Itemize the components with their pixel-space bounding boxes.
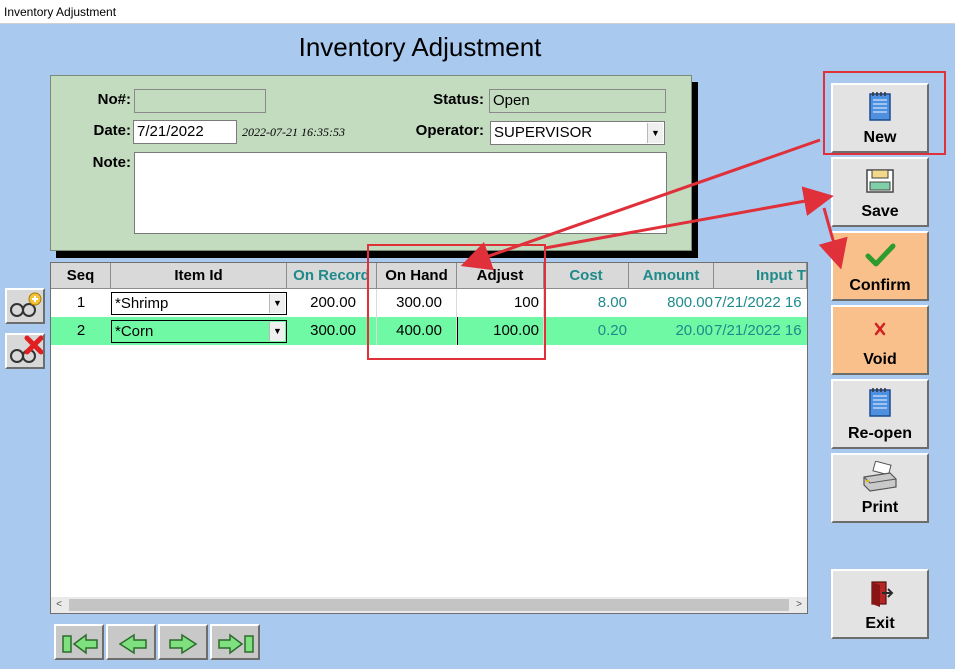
items-grid[interactable]: Seq Item Id On Record On Hand Adjust Cos… [50, 262, 808, 614]
col-header-input-time[interactable]: Input T [714, 263, 807, 289]
timestamp: 2022-07-21 16:35:53 [242, 125, 345, 139]
window-title: Inventory Adjustment [0, 0, 955, 24]
void-button[interactable]: Void [831, 305, 929, 375]
confirm-label: Confirm [849, 277, 911, 294]
delete-row-icon [10, 335, 44, 363]
date-label: Date: [93, 122, 131, 139]
cell-seq: 2 [76, 322, 86, 339]
table-row[interactable]: 1 *Shrimp ▼ 200.00 300.00 100 8.00 800.0… [51, 289, 807, 317]
col-header-cost[interactable]: Cost [544, 263, 629, 289]
operator-label: Operator: [415, 122, 484, 139]
operator-select[interactable]: SUPERVISOR ▼ [490, 121, 665, 145]
chevron-down-icon[interactable]: ▼ [269, 322, 285, 341]
item-value: *Shrimp [115, 295, 169, 312]
notepad-icon [869, 92, 891, 121]
exit-door-icon [871, 581, 894, 607]
printer-icon [863, 461, 897, 492]
exit-button[interactable]: Exit [831, 569, 929, 639]
operator-value: SUPERVISOR [494, 124, 593, 141]
cell-amount: 800.00 [667, 294, 713, 311]
next-record-button[interactable] [158, 624, 208, 660]
col-header-on-record[interactable]: On Record [287, 263, 377, 289]
col-header-on-hand[interactable]: On Hand [377, 263, 457, 289]
cell-cost: 8.00 [597, 294, 627, 311]
save-label: Save [861, 203, 899, 220]
void-label: Void [863, 351, 897, 368]
scroll-thumb[interactable] [69, 599, 789, 611]
cell-on-record: 200.00 [287, 289, 377, 317]
new-label: New [863, 129, 897, 146]
reopen-label: Re-open [848, 425, 912, 442]
first-record-icon [62, 633, 98, 655]
cell-adjust-editing[interactable]: 100.00 [457, 317, 544, 345]
horizontal-scrollbar[interactable]: < > [51, 597, 807, 613]
col-header-amount[interactable]: Amount [629, 263, 714, 289]
delete-row-button[interactable] [5, 333, 45, 369]
status-field: Open [489, 89, 666, 113]
print-button[interactable]: Print [831, 453, 929, 523]
last-record-icon [218, 633, 254, 655]
cell-seq: 1 [76, 294, 86, 311]
previous-record-button[interactable] [106, 624, 156, 660]
page-title: Inventory Adjustment [298, 32, 542, 62]
chevron-down-icon[interactable]: ▼ [269, 294, 285, 313]
date-field[interactable]: 7/21/2022 [133, 120, 237, 144]
item-value: *Corn [115, 323, 154, 340]
cell-input-time: 7/21/2022 16 [714, 294, 802, 311]
table-row-selected[interactable]: 2 *Corn ▼ 300.00 400.00 100.00 0.20 20.0… [51, 317, 807, 345]
x-mark-icon [874, 322, 886, 336]
scroll-left-icon[interactable]: < [51, 597, 67, 613]
save-button[interactable]: Save [831, 157, 929, 227]
item-select[interactable]: *Shrimp ▼ [111, 292, 287, 315]
col-header-seq[interactable]: Seq [51, 263, 111, 289]
no-field[interactable] [134, 89, 266, 113]
next-record-icon [169, 633, 198, 655]
add-row-icon [10, 292, 42, 317]
header-panel: No#: Date: 7/21/2022 2022-07-21 16:35:53… [50, 75, 692, 251]
print-label: Print [861, 499, 899, 516]
checkmark-icon [865, 243, 896, 267]
last-record-button[interactable] [210, 624, 260, 660]
note-field[interactable] [134, 152, 667, 234]
cell-on-hand: 400.00 [377, 317, 457, 345]
save-disk-icon [866, 169, 894, 193]
cell-cost: 0.20 [597, 322, 627, 339]
exit-label: Exit [865, 615, 895, 632]
first-record-button[interactable] [54, 624, 104, 660]
previous-record-icon [118, 633, 147, 655]
add-row-button[interactable] [5, 288, 45, 324]
col-header-adjust[interactable]: Adjust [457, 263, 544, 289]
scroll-right-icon[interactable]: > [791, 597, 807, 613]
note-label: Note: [92, 154, 131, 171]
cell-adjust[interactable]: 100 [457, 289, 544, 317]
col-header-item-id[interactable]: Item Id [111, 263, 287, 289]
cell-on-hand: 300.00 [377, 289, 457, 317]
no-label: No#: [97, 91, 131, 108]
item-select[interactable]: *Corn ▼ [111, 320, 287, 343]
cell-amount: 20.00 [675, 322, 713, 339]
cell-input-time: 7/21/2022 16 [714, 322, 802, 339]
notepad-icon [869, 388, 891, 417]
cell-on-record: 300.00 [287, 317, 377, 345]
new-button[interactable]: New [831, 83, 929, 153]
status-label: Status: [433, 91, 484, 108]
reopen-button[interactable]: Re-open [831, 379, 929, 449]
chevron-down-icon[interactable]: ▼ [647, 123, 663, 143]
confirm-button[interactable]: Confirm [831, 231, 929, 301]
